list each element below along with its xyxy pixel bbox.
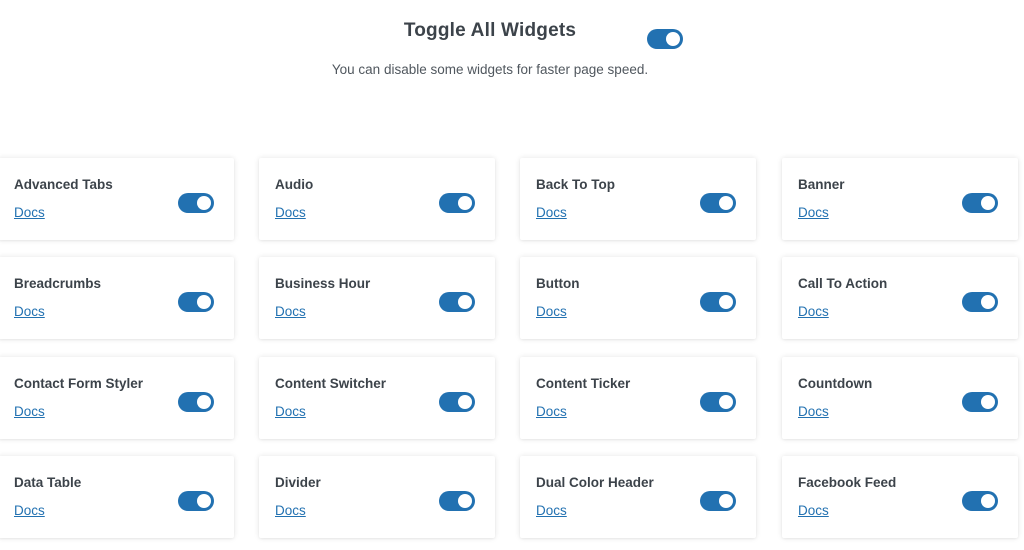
widget-name: Call To Action bbox=[798, 276, 888, 291]
widget-toggle-switch[interactable] bbox=[439, 193, 475, 213]
toggle-knob bbox=[719, 494, 733, 508]
widget-toggle-switch[interactable] bbox=[439, 491, 475, 511]
widget-docs-link[interactable]: Docs bbox=[14, 503, 45, 518]
widget-toggle-switch[interactable] bbox=[962, 392, 998, 412]
toggle-knob bbox=[981, 494, 995, 508]
widget-name: Dual Color Header bbox=[536, 475, 654, 490]
widget-docs-link[interactable]: Docs bbox=[14, 205, 45, 220]
widget-card: Countdown Docs bbox=[782, 357, 1018, 439]
widget-name: Content Switcher bbox=[275, 376, 387, 391]
widget-name: Business Hour bbox=[275, 276, 371, 291]
widget-card: Divider Docs bbox=[259, 456, 495, 538]
widget-toggle-switch[interactable] bbox=[962, 491, 998, 511]
widget-card: Banner Docs bbox=[782, 158, 1018, 240]
widget-docs-link[interactable]: Docs bbox=[536, 304, 567, 319]
widget-docs-link[interactable]: Docs bbox=[14, 404, 45, 419]
widget-card: Facebook Feed Docs bbox=[782, 456, 1018, 538]
widget-card: Data Table Docs bbox=[0, 456, 234, 538]
toggle-knob bbox=[981, 196, 995, 210]
widget-name: Audio bbox=[275, 177, 314, 192]
widget-toggle-switch[interactable] bbox=[178, 491, 214, 511]
widget-card: Content Switcher Docs bbox=[259, 357, 495, 439]
toggle-knob bbox=[458, 196, 472, 210]
toggle-knob bbox=[197, 196, 211, 210]
widget-card: Breadcrumbs Docs bbox=[0, 257, 234, 339]
widget-docs-link[interactable]: Docs bbox=[275, 304, 306, 319]
widgets-settings-page: Toggle All Widgets You can disable some … bbox=[0, 0, 1024, 550]
widget-toggle-switch[interactable] bbox=[700, 491, 736, 511]
widget-toggle-switch[interactable] bbox=[962, 292, 998, 312]
toggle-knob bbox=[719, 196, 733, 210]
widget-card: Content Ticker Docs bbox=[520, 357, 756, 439]
widget-docs-link[interactable]: Docs bbox=[798, 304, 829, 319]
widget-name: Content Ticker bbox=[536, 376, 631, 391]
widget-name: Banner bbox=[798, 177, 845, 192]
toggle-knob bbox=[458, 295, 472, 309]
widget-card: Contact Form Styler Docs bbox=[0, 357, 234, 439]
widget-toggle-switch[interactable] bbox=[178, 392, 214, 412]
widget-card: Audio Docs bbox=[259, 158, 495, 240]
toggle-knob bbox=[197, 395, 211, 409]
widget-card: Dual Color Header Docs bbox=[520, 456, 756, 538]
widget-name: Divider bbox=[275, 475, 321, 490]
widget-docs-link[interactable]: Docs bbox=[536, 404, 567, 419]
page-description: You can disable some widgets for faster … bbox=[331, 62, 649, 77]
widget-toggle-switch[interactable] bbox=[700, 193, 736, 213]
toggle-knob bbox=[981, 395, 995, 409]
widget-docs-link[interactable]: Docs bbox=[275, 503, 306, 518]
toggle-all-switch[interactable] bbox=[647, 29, 683, 49]
widget-toggle-switch[interactable] bbox=[962, 193, 998, 213]
widget-docs-link[interactable]: Docs bbox=[275, 205, 306, 220]
toggle-knob bbox=[458, 395, 472, 409]
widget-card: Button Docs bbox=[520, 257, 756, 339]
toggle-all-header: Toggle All Widgets You can disable some … bbox=[0, 0, 1024, 110]
widget-name: Countdown bbox=[798, 376, 873, 391]
widget-card: Advanced Tabs Docs bbox=[0, 158, 234, 240]
widget-docs-link[interactable]: Docs bbox=[798, 205, 829, 220]
toggle-knob bbox=[458, 494, 472, 508]
toggle-knob bbox=[666, 32, 680, 46]
widget-name: Data Table bbox=[14, 475, 82, 490]
toggle-knob bbox=[981, 295, 995, 309]
widget-name: Back To Top bbox=[536, 177, 616, 192]
page-title: Toggle All Widgets bbox=[403, 20, 577, 41]
widget-name: Breadcrumbs bbox=[14, 276, 102, 291]
widget-card: Back To Top Docs bbox=[520, 158, 756, 240]
widget-name: Button bbox=[536, 276, 580, 291]
widget-docs-link[interactable]: Docs bbox=[275, 404, 306, 419]
widget-toggle-switch[interactable] bbox=[439, 392, 475, 412]
toggle-knob bbox=[719, 395, 733, 409]
widget-name: Contact Form Styler bbox=[14, 376, 144, 391]
toggle-knob bbox=[719, 295, 733, 309]
widget-name: Facebook Feed bbox=[798, 475, 897, 490]
widget-docs-link[interactable]: Docs bbox=[798, 503, 829, 518]
toggle-knob bbox=[197, 494, 211, 508]
widget-docs-link[interactable]: Docs bbox=[536, 205, 567, 220]
widget-toggle-switch[interactable] bbox=[178, 193, 214, 213]
widget-docs-link[interactable]: Docs bbox=[536, 503, 567, 518]
widget-toggle-switch[interactable] bbox=[700, 392, 736, 412]
widget-card: Call To Action Docs bbox=[782, 257, 1018, 339]
widget-toggle-switch[interactable] bbox=[700, 292, 736, 312]
widget-docs-link[interactable]: Docs bbox=[798, 404, 829, 419]
toggle-knob bbox=[197, 295, 211, 309]
widget-name: Advanced Tabs bbox=[14, 177, 113, 192]
widget-docs-link[interactable]: Docs bbox=[14, 304, 45, 319]
widget-toggle-switch[interactable] bbox=[439, 292, 475, 312]
widget-toggle-switch[interactable] bbox=[178, 292, 214, 312]
widget-card: Business Hour Docs bbox=[259, 257, 495, 339]
